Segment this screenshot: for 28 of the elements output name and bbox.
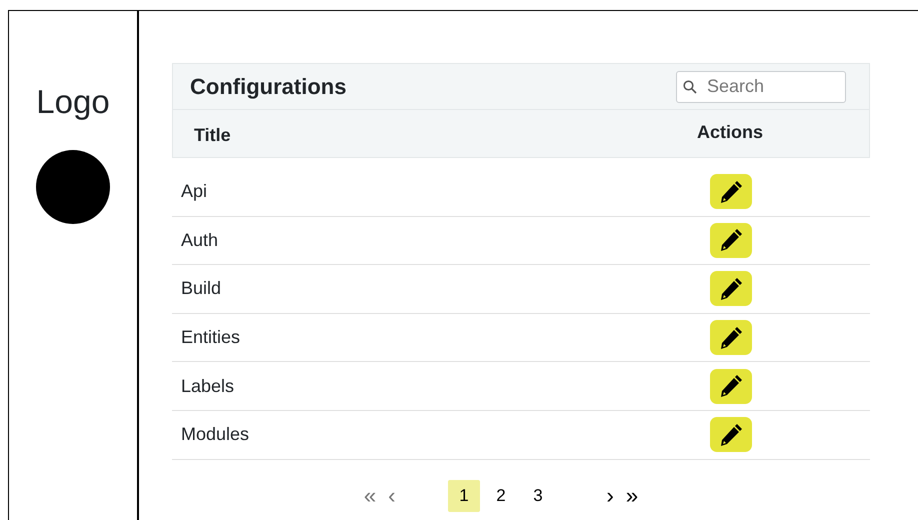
edit-button[interactable] bbox=[710, 320, 752, 356]
table-cell-text: Labels bbox=[180, 374, 236, 398]
table-cell-text: Build bbox=[180, 277, 222, 300]
table-cell-text: Entities bbox=[180, 326, 242, 350]
table-cell-text: Modules bbox=[180, 423, 250, 446]
page-button[interactable]: 3 bbox=[522, 480, 554, 512]
edit-button[interactable] bbox=[710, 271, 752, 306]
table-title: Configurations bbox=[190, 73, 346, 101]
logo: Logo bbox=[36, 85, 110, 118]
column-header: Title bbox=[193, 124, 232, 147]
page-button[interactable]: 1 bbox=[448, 480, 480, 512]
pencil-icon bbox=[718, 276, 744, 302]
table-cell-text: Auth bbox=[180, 228, 220, 252]
last-page-button[interactable]: » bbox=[620, 484, 644, 507]
pencil-icon bbox=[718, 227, 744, 254]
pencil-icon bbox=[718, 373, 744, 400]
page-button[interactable]: 2 bbox=[485, 480, 517, 512]
next-page-button[interactable]: › bbox=[600, 484, 620, 507]
search-field[interactable]: Search bbox=[676, 70, 846, 102]
table-cell-text: Api bbox=[180, 180, 208, 204]
edit-button[interactable] bbox=[710, 222, 752, 258]
edit-button[interactable] bbox=[710, 417, 752, 452]
edit-button[interactable] bbox=[710, 174, 752, 210]
pencil-icon bbox=[718, 324, 744, 351]
pencil-icon bbox=[718, 422, 744, 448]
pencil-icon bbox=[718, 178, 744, 205]
column-header: Actions bbox=[696, 121, 764, 144]
edit-button[interactable] bbox=[710, 368, 752, 404]
